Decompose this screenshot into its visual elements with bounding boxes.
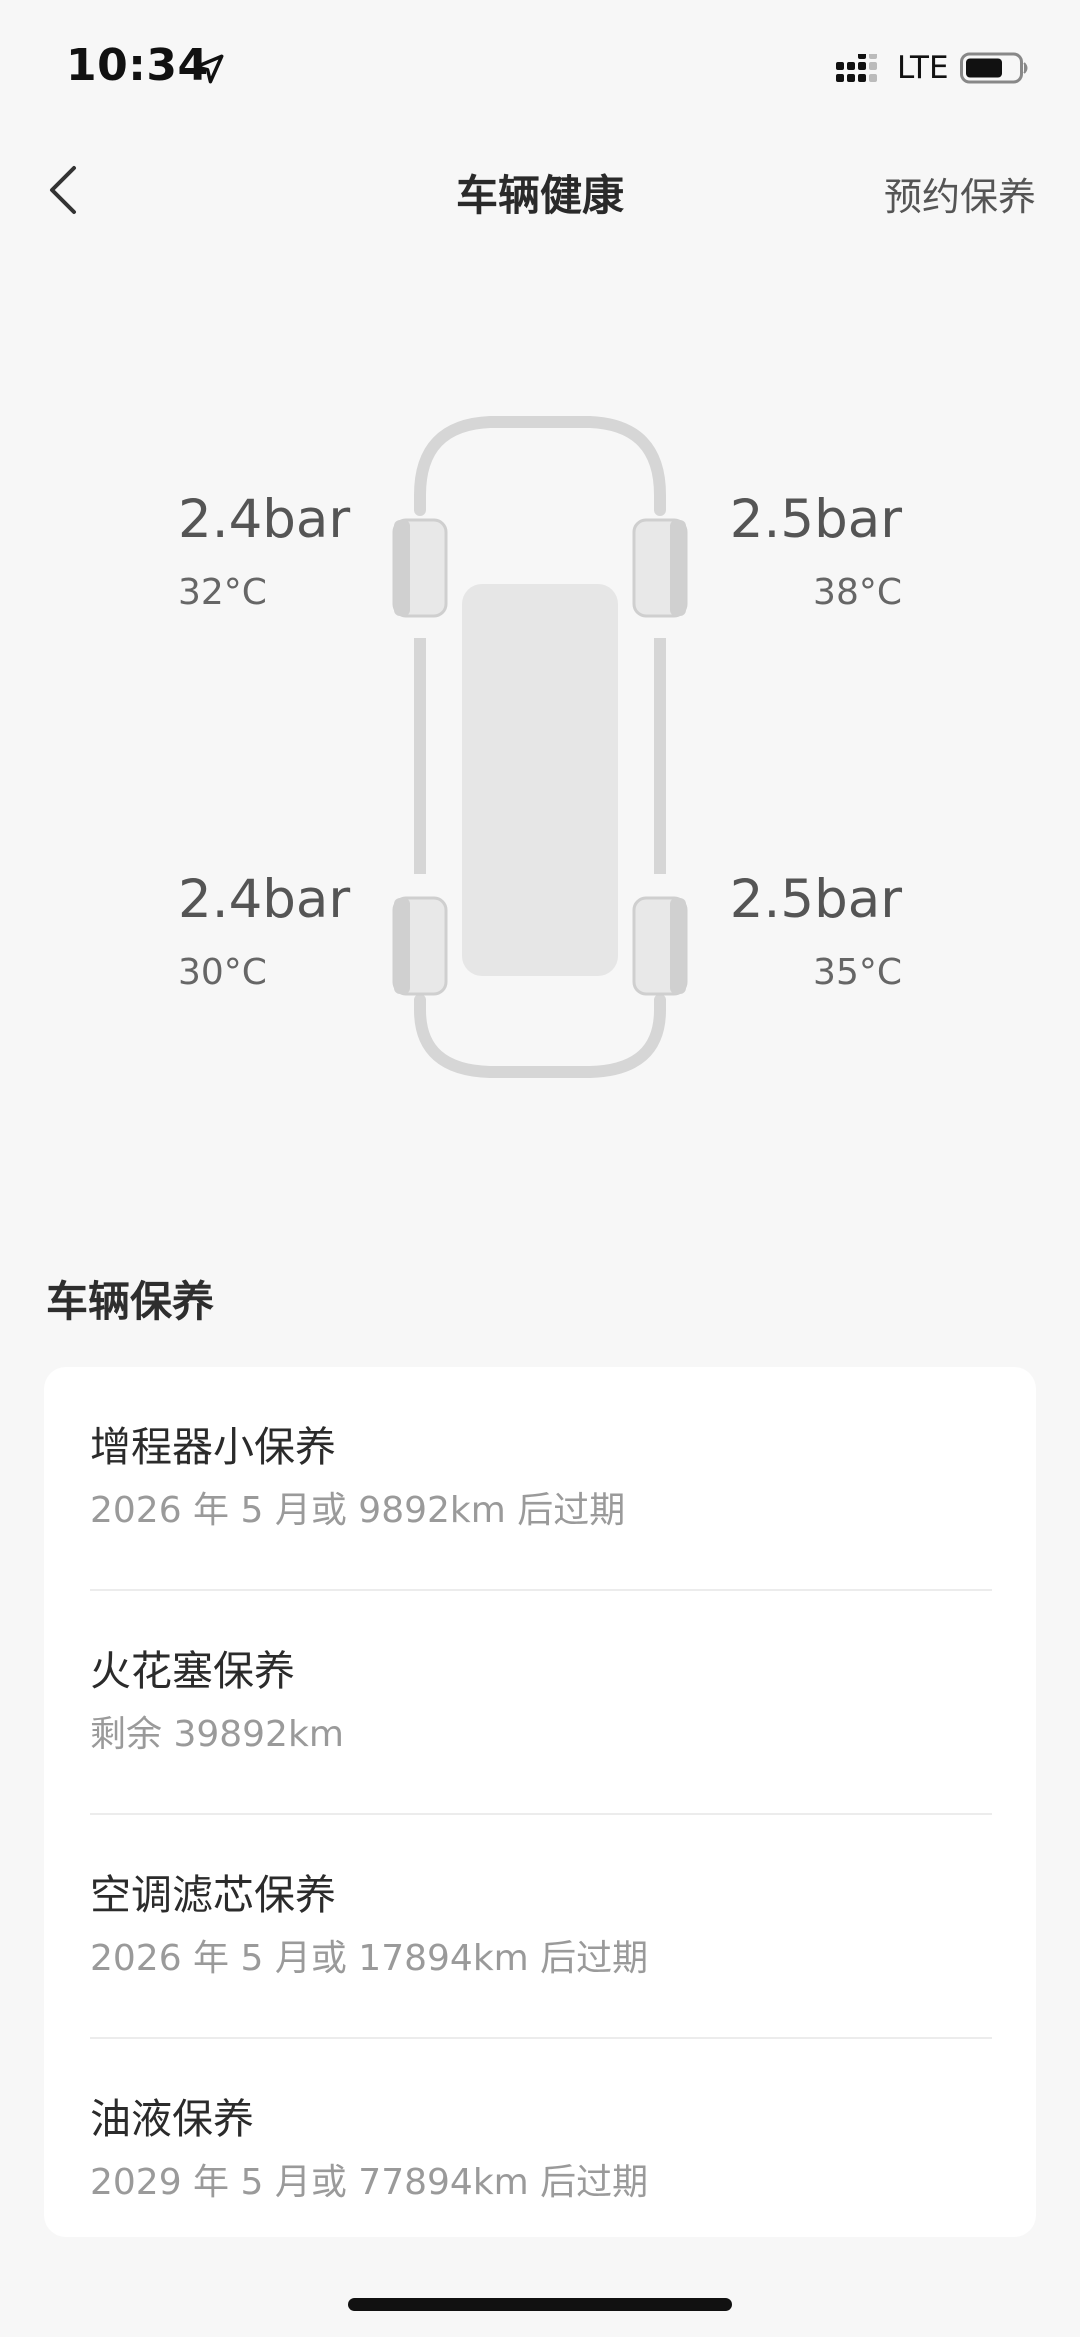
- book-maintenance-button[interactable]: 预约保养: [884, 166, 1036, 221]
- rear-right-wheel: [632, 896, 688, 996]
- tire-status-panel: 2.4bar 32°C 2.5bar 38°C 2.4bar 30°C 2.5b…: [0, 380, 1080, 1080]
- tire-pressure: 2.5bar: [729, 489, 902, 550]
- status-time: 10:34: [66, 40, 209, 91]
- front-left-wheel: [392, 518, 448, 618]
- maintenance-item[interactable]: 增程器小保养 2026 年 5 月或 9892km 后过期: [90, 1367, 992, 1591]
- maintenance-section-title: 车辆保养: [46, 1277, 215, 1326]
- maintenance-item-name: 增程器小保养: [90, 1423, 336, 1471]
- maintenance-item-detail: 2026 年 5 月或 17894km 后过期: [90, 1938, 649, 1979]
- maintenance-item-detail: 2029 年 5 月或 77894km 后过期: [90, 2162, 649, 2203]
- maintenance-item-name: 油液保养: [90, 2095, 254, 2143]
- home-indicator[interactable]: [348, 2298, 732, 2311]
- network-label: LTE: [897, 50, 949, 86]
- nav-bar: 车辆健康 预约保养: [0, 140, 1080, 240]
- tire-rear-right: 2.5bar 35°C: [729, 869, 902, 994]
- maintenance-item-name: 空调滤芯保养: [90, 1871, 336, 1919]
- status-bar: 10:34 LTE: [0, 0, 1080, 130]
- maintenance-item-detail: 2026 年 5 月或 9892km 后过期: [90, 1490, 626, 1531]
- tire-pressure: 2.5bar: [729, 869, 902, 930]
- tire-pressure: 2.4bar: [178, 869, 351, 930]
- tire-temperature: 38°C: [813, 572, 902, 613]
- tire-front-right: 2.5bar 38°C: [729, 489, 902, 614]
- location-arrow-icon: [194, 54, 224, 84]
- maintenance-item-name: 火花塞保养: [90, 1647, 295, 1695]
- maintenance-item-detail: 剩余 39892km: [90, 1714, 344, 1755]
- tire-rear-left: 2.4bar 30°C: [178, 869, 351, 994]
- front-right-wheel: [632, 518, 688, 618]
- tire-temperature: 35°C: [813, 952, 902, 993]
- battery-icon: [960, 52, 1028, 84]
- tire-temperature: 30°C: [178, 952, 267, 993]
- maintenance-card: 增程器小保养 2026 年 5 月或 9892km 后过期 火花塞保养 剩余 3…: [44, 1367, 1036, 2237]
- tire-pressure: 2.4bar: [178, 489, 351, 550]
- maintenance-item[interactable]: 空调滤芯保养 2026 年 5 月或 17894km 后过期: [90, 1815, 992, 2039]
- car-top-view-icon: [392, 416, 688, 1078]
- tire-front-left: 2.4bar 32°C: [178, 489, 351, 614]
- rear-left-wheel: [392, 896, 448, 996]
- maintenance-item[interactable]: 火花塞保养 剩余 39892km: [90, 1591, 992, 1815]
- maintenance-item[interactable]: 油液保养 2029 年 5 月或 77894km 后过期: [90, 2039, 992, 2237]
- signal-icon: [836, 54, 877, 82]
- tire-temperature: 32°C: [178, 572, 267, 613]
